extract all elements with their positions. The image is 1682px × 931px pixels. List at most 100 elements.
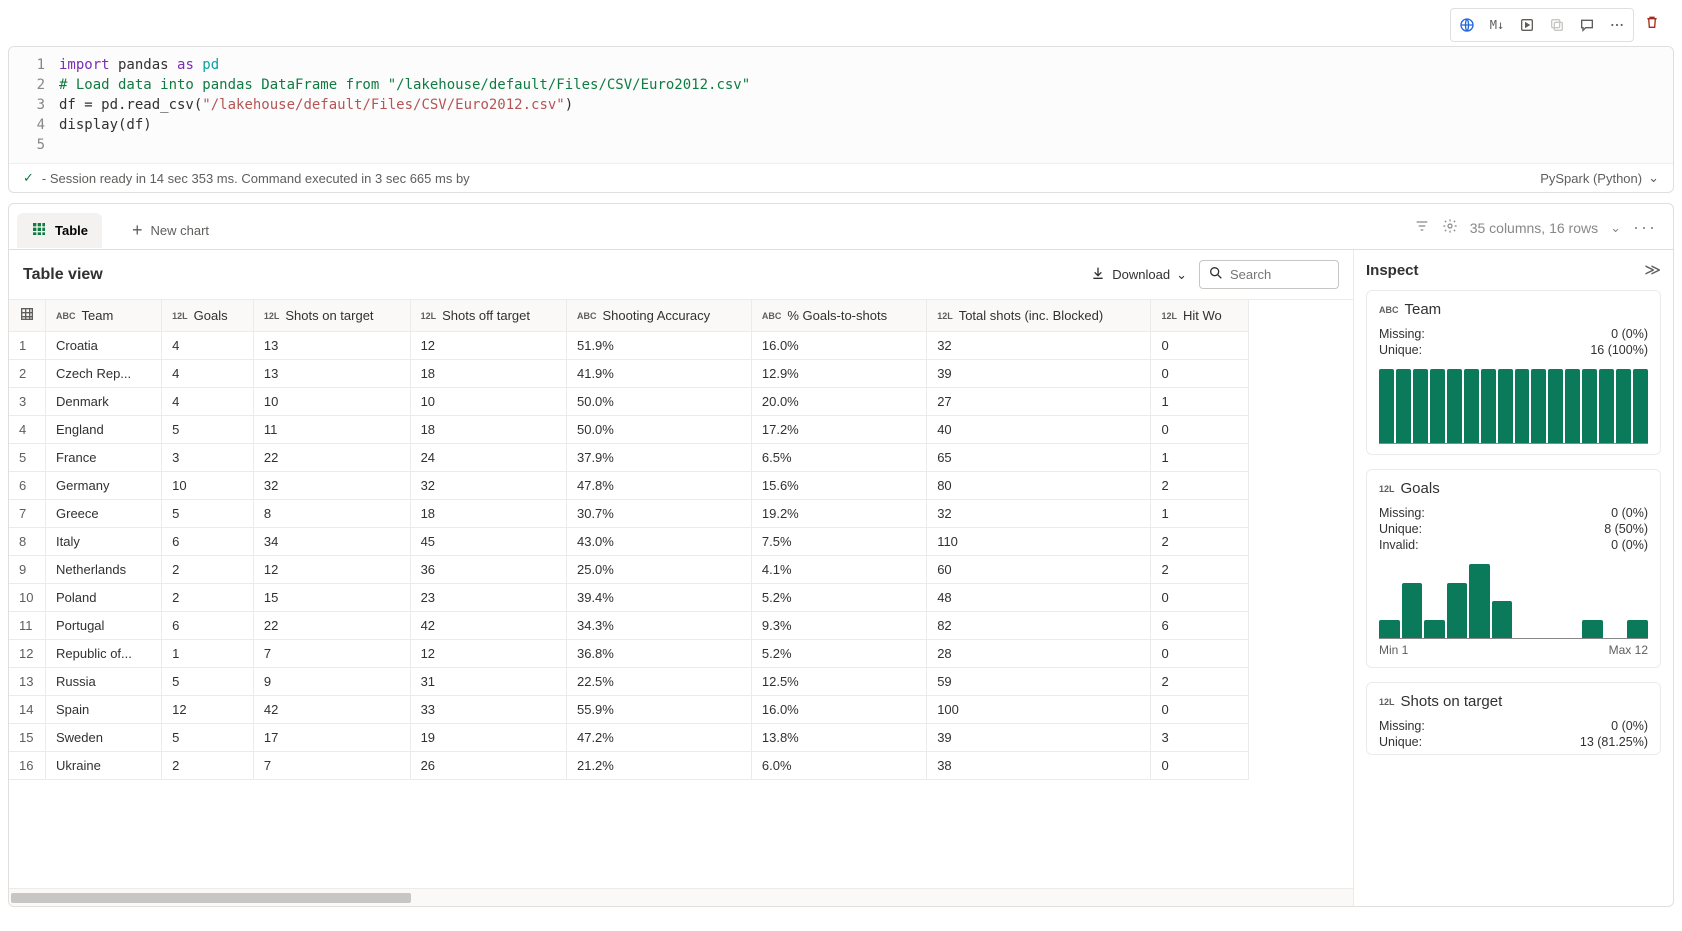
cell[interactable]: 5 [162, 500, 254, 528]
cell[interactable]: 1 [1151, 388, 1249, 416]
cell[interactable]: 0 [1151, 640, 1249, 668]
more-icon[interactable] [1603, 11, 1631, 39]
inspect-card-shots[interactable]: 12LShots on target Missing:0 (0%) Unique… [1366, 682, 1661, 755]
cell[interactable]: 18 [410, 360, 566, 388]
cell[interactable]: 10 [253, 388, 410, 416]
cell[interactable]: 17 [253, 724, 410, 752]
cell[interactable]: 9 [253, 668, 410, 696]
cell[interactable]: 22.5% [566, 668, 751, 696]
copy-icon[interactable] [1543, 11, 1571, 39]
chevron-down-icon[interactable]: ⌄ [1610, 220, 1621, 236]
cell[interactable]: 47.2% [566, 724, 751, 752]
table-row[interactable]: 7Greece581830.7%19.2%321 [9, 500, 1249, 528]
column-header[interactable]: 12LShots on target [253, 300, 410, 332]
cell[interactable]: 12 [410, 640, 566, 668]
cell[interactable]: 3 [162, 444, 254, 472]
cell[interactable]: 59 [927, 668, 1151, 696]
cell[interactable]: 12 [9, 640, 46, 668]
cell[interactable]: 5 [162, 724, 254, 752]
code-body[interactable]: import pandas as pd # Load data into pan… [59, 47, 1673, 163]
cell[interactable]: 17.2% [751, 416, 926, 444]
cell[interactable]: 4.1% [751, 556, 926, 584]
cell[interactable]: Italy [46, 528, 162, 556]
cell[interactable]: 23 [410, 584, 566, 612]
inspect-card-team[interactable]: ABCTeam Missing:0 (0%) Unique:16 (100%) [1366, 290, 1661, 455]
cell[interactable]: 15 [9, 724, 46, 752]
download-button[interactable]: Download ⌄ [1090, 265, 1187, 284]
cell[interactable]: 32 [253, 472, 410, 500]
cell[interactable]: 5 [9, 444, 46, 472]
cell[interactable]: Czech Rep... [46, 360, 162, 388]
cell[interactable]: 38 [927, 752, 1151, 780]
cell[interactable]: 22 [253, 612, 410, 640]
table-row[interactable]: 14Spain12423355.9%16.0%1000 [9, 696, 1249, 724]
cell[interactable]: 12 [410, 332, 566, 360]
cell[interactable]: 21.2% [566, 752, 751, 780]
cell[interactable]: Russia [46, 668, 162, 696]
cell[interactable]: 42 [253, 696, 410, 724]
cell[interactable]: Croatia [46, 332, 162, 360]
cell[interactable]: 0 [1151, 752, 1249, 780]
cell[interactable]: 1 [1151, 444, 1249, 472]
table-row[interactable]: 6Germany10323247.8%15.6%802 [9, 472, 1249, 500]
cell[interactable]: 0 [1151, 360, 1249, 388]
collapse-icon[interactable]: ≫ [1644, 260, 1661, 280]
cell[interactable]: 14 [9, 696, 46, 724]
cell[interactable]: 50.0% [566, 416, 751, 444]
cell[interactable]: 5.2% [751, 640, 926, 668]
cell[interactable]: Greece [46, 500, 162, 528]
cell[interactable]: 12.5% [751, 668, 926, 696]
column-header[interactable]: ABCShooting Accuracy [566, 300, 751, 332]
cell[interactable]: 2 [162, 556, 254, 584]
cell[interactable]: Denmark [46, 388, 162, 416]
cell[interactable]: 11 [9, 612, 46, 640]
table-row[interactable]: 3Denmark4101050.0%20.0%271 [9, 388, 1249, 416]
cell[interactable]: 45 [410, 528, 566, 556]
cell[interactable]: 37.9% [566, 444, 751, 472]
column-header[interactable]: 12LGoals [162, 300, 254, 332]
gear-icon[interactable] [1442, 218, 1458, 237]
cell[interactable]: 18 [410, 416, 566, 444]
cell[interactable]: 10 [410, 388, 566, 416]
cell[interactable]: 7 [9, 500, 46, 528]
table-row[interactable]: 1Croatia4131251.9%16.0%320 [9, 332, 1249, 360]
table-row[interactable]: 9Netherlands2123625.0%4.1%602 [9, 556, 1249, 584]
cell[interactable]: 19 [410, 724, 566, 752]
tab-new-chart[interactable]: + New chart [118, 212, 223, 249]
cell[interactable]: 0 [1151, 584, 1249, 612]
cell[interactable]: 41.9% [566, 360, 751, 388]
cell[interactable]: 9.3% [751, 612, 926, 640]
cell[interactable]: 1 [9, 332, 46, 360]
cell[interactable]: 22 [253, 444, 410, 472]
horizontal-scrollbar[interactable] [9, 888, 1353, 906]
cell[interactable]: 1 [162, 640, 254, 668]
data-grid[interactable]: ABCTeam12LGoals12LShots on target12LShot… [9, 299, 1353, 888]
cell[interactable]: 10 [162, 472, 254, 500]
cell[interactable]: 9 [9, 556, 46, 584]
column-header[interactable]: 12LHit Wo [1151, 300, 1249, 332]
cell[interactable]: 43.0% [566, 528, 751, 556]
cell[interactable]: 39.4% [566, 584, 751, 612]
cell[interactable]: 7.5% [751, 528, 926, 556]
cell[interactable]: 4 [162, 332, 254, 360]
cell[interactable]: 82 [927, 612, 1151, 640]
cell[interactable]: 50.0% [566, 388, 751, 416]
cell[interactable]: 4 [9, 416, 46, 444]
inspect-card-goals[interactable]: 12LGoals Missing:0 (0%) Unique:8 (50%) I… [1366, 469, 1661, 668]
cell[interactable]: 16.0% [751, 696, 926, 724]
cell[interactable]: 6 [1151, 612, 1249, 640]
cell[interactable]: 2 [162, 752, 254, 780]
cell[interactable]: 12 [162, 696, 254, 724]
cell[interactable]: 4 [162, 360, 254, 388]
cell[interactable]: 6 [9, 472, 46, 500]
table-row[interactable]: 12Republic of...171236.8%5.2%280 [9, 640, 1249, 668]
cell[interactable]: Sweden [46, 724, 162, 752]
cell[interactable]: 2 [9, 360, 46, 388]
cell[interactable]: 26 [410, 752, 566, 780]
cell[interactable]: 42 [410, 612, 566, 640]
table-row[interactable]: 2Czech Rep...4131841.9%12.9%390 [9, 360, 1249, 388]
table-row[interactable]: 8Italy6344543.0%7.5%1102 [9, 528, 1249, 556]
cell[interactable]: Netherlands [46, 556, 162, 584]
cell[interactable]: 25.0% [566, 556, 751, 584]
rownum-header[interactable] [9, 300, 46, 332]
